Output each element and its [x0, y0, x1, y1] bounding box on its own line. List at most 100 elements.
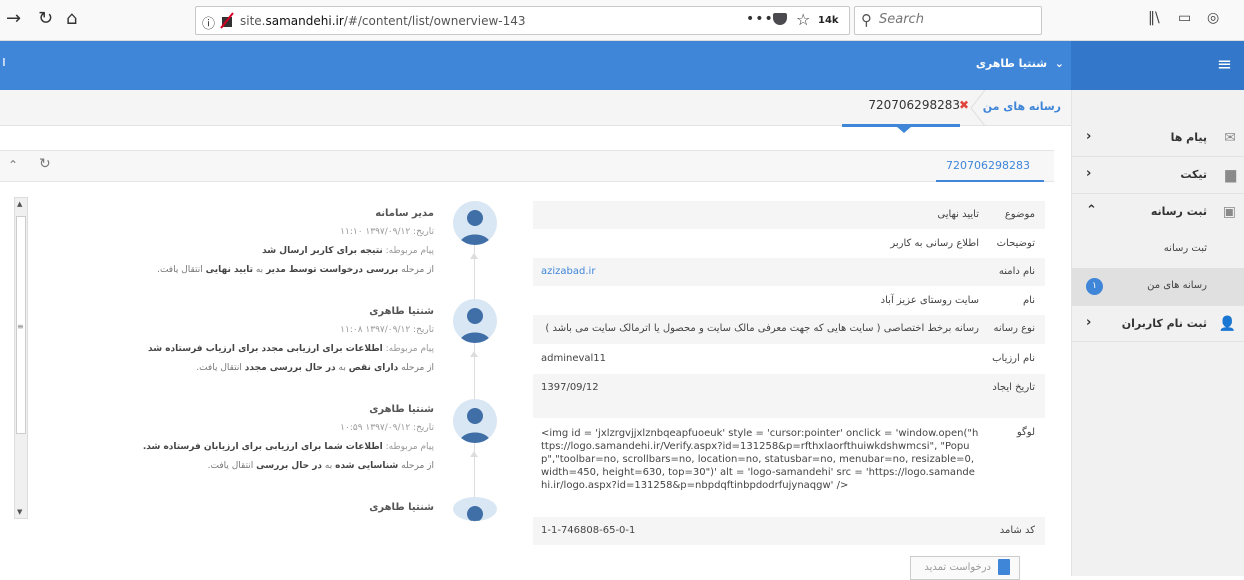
entry-message: پیام مربوطه: اطلاعات برای ارزیابی مجدد ب… [148, 344, 434, 354]
sidebar-item-ticket[interactable]: ▆ تیکت ‹ [1072, 157, 1244, 194]
sidebar-item-messages[interactable]: ✉ پیام ها ‹ [1072, 120, 1244, 157]
detail-key: کد شامد [999, 525, 1035, 536]
profile-icon[interactable]: ◎ [1207, 10, 1219, 26]
timeline-scrollbar[interactable]: ▲ ≡ ▼ [14, 197, 28, 519]
library-icon[interactable]: ‖\ [1148, 10, 1160, 26]
entry-transition: از مرحله شناسایی شده به در حال بررسی انت… [207, 461, 434, 471]
entry-message: پیام مربوطه: نتیجه برای کاربر ارسال شد [262, 246, 434, 256]
chevron-left-icon: ‹ [1086, 129, 1092, 144]
detail-key: تاریخ ایجاد [992, 382, 1035, 393]
detail-value: اطلاع رسانی به کاربر [890, 238, 979, 249]
pocket-icon[interactable] [773, 13, 787, 25]
address-bar[interactable]: ⓘ site.samandehi.ir/#/content/list/owner… [195, 6, 850, 35]
timeline-arrow-icon [470, 253, 478, 259]
sidebar-item-label: تیکت [1180, 168, 1207, 181]
sidebar: ✉ پیام ها ‹ ▆ تیکت ‹ ▣ ثبت رسانه ⌃ ثبت ر… [1071, 90, 1244, 576]
domain-link[interactable]: azizabad.ir [533, 258, 985, 286]
blocked-content-icon[interactable] [220, 11, 234, 29]
info-icon[interactable]: ⓘ [202, 13, 215, 32]
detail-key: نام دامنه [998, 266, 1035, 277]
hamburger-icon[interactable]: ≡ [1217, 54, 1232, 75]
detail-key: نام [1022, 295, 1035, 306]
detail-row: موضوع تایید نهایی [533, 201, 1045, 230]
avatar [453, 299, 497, 343]
entry-transition: از مرحله بررسی درخواست توسط مدیر به تایی… [157, 265, 434, 275]
browser-toolbar: → ↻ ⌂ ⓘ site.samandehi.ir/#/content/list… [0, 0, 1244, 41]
entry-date: تاریخ: ۱۳۹۷/۰۹/۱۲ ۱۱:۱۰ [340, 227, 434, 237]
home-icon[interactable]: ⌂ [66, 8, 77, 29]
more-icon[interactable]: ••• [746, 11, 774, 27]
url-text[interactable]: site.samandehi.ir/#/content/list/ownervi… [240, 14, 526, 28]
sidebar-subitem-label: رسانه های من [1147, 280, 1207, 291]
chat-icon: ▆ [1225, 167, 1236, 183]
entry-author: شنتیا طاهری [369, 502, 434, 513]
sidebar-item-label: پیام ها [1170, 131, 1207, 144]
entry-author: شنتیا طاهری [369, 306, 434, 317]
timeline-entry: شنتیا طاهری تاریخ: ۱۳۹۷/۰۹/۱۲ ۱۱:۰۸ پیام… [104, 302, 434, 378]
breadcrumb-root[interactable]: رسانه های من [983, 100, 1061, 113]
user-menu[interactable]: ⌄ شنتیا طاهری [976, 57, 1064, 70]
breadcrumb-separator [970, 90, 986, 126]
reload-icon[interactable]: ↻ [38, 8, 53, 29]
close-tab-icon[interactable]: ✖ [959, 98, 969, 112]
count-badge: ۱ [1086, 278, 1103, 295]
chevron-left-icon: ‹ [1086, 315, 1092, 330]
detail-value: 1397/09/12 [541, 382, 599, 393]
sidebar-item-user-registration[interactable]: 👤 ثبت نام کاربران ‹ [1072, 305, 1244, 342]
scroll-down-icon[interactable]: ▼ [17, 508, 22, 516]
panel-header: ⌃ ↻ 720706298283 [0, 150, 1054, 182]
detail-key: نام ارزیاب [992, 353, 1035, 364]
sidebar-icon[interactable]: ▭ [1178, 10, 1191, 26]
detail-row: نام ارزیاب admineval11 [533, 345, 1045, 374]
detail-key: توضیحات [996, 238, 1035, 249]
back-icon[interactable]: → [6, 8, 21, 29]
avatar [453, 497, 497, 521]
timeline-line [474, 232, 475, 522]
chevron-up-icon: ⌃ [1086, 203, 1097, 218]
detail-row: نام سایت روستای عزیز آباد [533, 287, 1045, 315]
renew-request-label: درخواست تمدید [924, 562, 991, 573]
entry-date: تاریخ: ۱۳۹۷/۰۹/۱۲ ۱۱:۰۸ [340, 325, 434, 335]
collapse-icon[interactable]: ⌃ [8, 158, 18, 172]
detail-key: موضوع [1004, 209, 1035, 220]
sidebar-item-label: ثبت رسانه [1150, 205, 1207, 218]
bookmark-star-icon[interactable]: ☆ [796, 10, 810, 29]
panel-tab[interactable]: 720706298283 [936, 151, 1044, 182]
scrollbar-grip-icon: ≡ [17, 322, 24, 331]
scroll-up-icon[interactable]: ▲ [17, 200, 22, 208]
renew-request-button[interactable]: درخواست تمدید [910, 556, 1020, 580]
avatar [453, 201, 497, 245]
entry-message: پیام مربوطه: اطلاعات شما برای ارزیابی بر… [142, 442, 434, 452]
search-icon: ⚲ [861, 11, 872, 29]
detail-row: توضیحات اطلاع رسانی به کاربر [533, 230, 1045, 258]
document-icon [998, 559, 1010, 575]
user-add-icon: 👤 [1218, 316, 1236, 332]
search-input[interactable] [879, 12, 1029, 27]
active-tab-arrow [896, 126, 912, 133]
pocket-count: 14k [818, 15, 839, 26]
detail-row: کد شامد 1-1-746808-65-0-1 [533, 517, 1045, 546]
envelope-icon: ✉ [1224, 130, 1236, 146]
sidebar-subitem-register-media[interactable]: ثبت رسانه [1072, 231, 1244, 268]
sidebar-item-register-media[interactable]: ▣ ثبت رسانه ⌃ [1072, 194, 1244, 231]
search-box[interactable]: ⚲ [854, 6, 1042, 35]
timeline-arrow-icon [470, 351, 478, 357]
detail-row: لوگو <img id = 'jxlzrgvjjxlznbqeapfuoeuk… [533, 419, 1045, 517]
breadcrumb-tab[interactable]: 720706298283 [868, 98, 960, 112]
timeline-entry: شنتیا طاهری [104, 498, 434, 517]
panel-tab-label: 720706298283 [946, 159, 1030, 172]
detail-key: نوع رسانه [993, 323, 1036, 334]
sidebar-item-label: ثبت نام کاربران [1121, 317, 1207, 330]
header-edge-mark: ı [2, 54, 6, 70]
detail-value: admineval11 [541, 353, 607, 364]
entry-transition: از مرحله دارای نقص به در حال بررسی مجدد … [196, 363, 434, 373]
detail-value: رسانه برخط اختصاصی ( سایت هایی که جهت مع… [545, 323, 979, 334]
detail-row: تاریخ ایجاد 1397/09/12 [533, 374, 1045, 419]
entry-date: تاریخ: ۱۳۹۷/۰۹/۱۲ ۱۰:۵۹ [340, 423, 434, 433]
chevron-left-icon: ‹ [1086, 166, 1092, 181]
breadcrumb: رسانه های من ✖ 720706298283 [0, 90, 1071, 133]
sidebar-subitem-my-media[interactable]: رسانه های من ۱ [1072, 268, 1244, 305]
entry-author: شنتیا طاهری [369, 404, 434, 415]
refresh-icon[interactable]: ↻ [39, 156, 51, 172]
